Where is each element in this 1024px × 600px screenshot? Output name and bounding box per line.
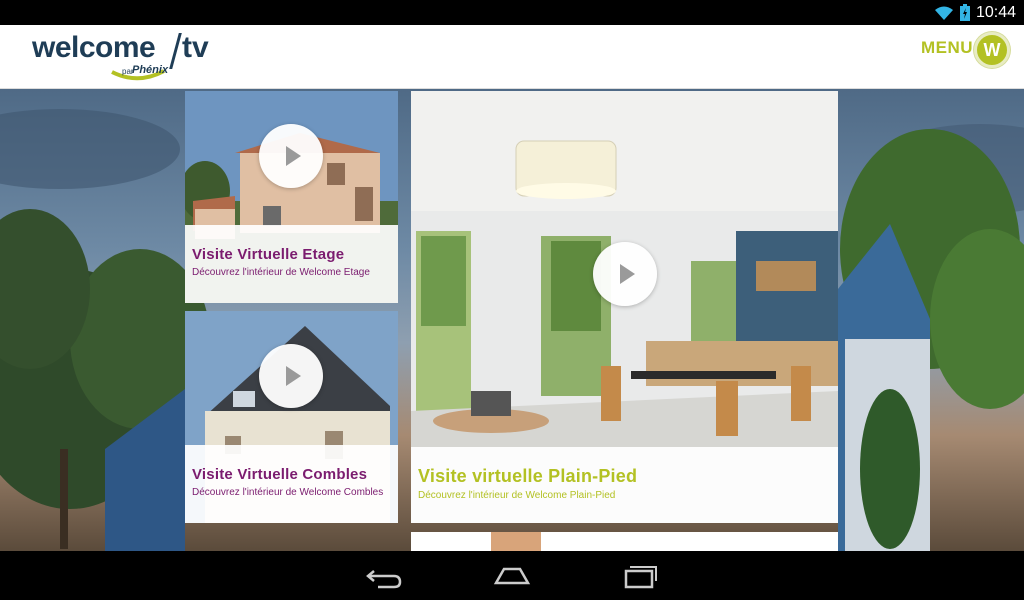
navigation-bar: [0, 551, 1024, 600]
menu-button[interactable]: MENU: [921, 38, 973, 58]
card-caption: Visite Virtuelle Combles Découvrez l'int…: [185, 445, 398, 523]
play-button-combles[interactable]: [259, 344, 323, 408]
app-header: welcome tv par Phénix MENU W: [0, 25, 1024, 89]
logo-slash: [169, 33, 182, 69]
play-button-etage[interactable]: [259, 124, 323, 188]
status-icons: 10:44: [934, 3, 1016, 22]
card-title: Visite virtuelle Plain-Pied: [418, 466, 638, 486]
logo-welcome-text: welcome: [32, 31, 156, 64]
card-caption: Visite virtuelle Plain-Pied Découvrez l'…: [411, 447, 838, 523]
play-button-plain-pied[interactable]: [593, 242, 657, 306]
card-visite-plain-pied[interactable]: Visite virtuelle Plain-Pied Découvrez l'…: [411, 91, 838, 523]
card-visite-combles[interactable]: Visite Virtuelle Combles Découvrez l'int…: [185, 311, 398, 523]
card-subtitle: Découvrez l'intérieur de Welcome Etage: [192, 267, 370, 278]
clock: 10:44: [975, 3, 1016, 21]
play-icon: [286, 366, 301, 386]
menu-avatar-button[interactable]: W: [974, 32, 1010, 68]
battery-icon: [959, 4, 970, 21]
recent-apps-icon[interactable]: [620, 563, 660, 589]
logo-tv-text: tv: [182, 31, 209, 64]
back-icon[interactable]: [364, 563, 404, 589]
play-icon: [620, 264, 635, 284]
card-subtitle: Découvrez l'intérieur de Welcome Plain-P…: [418, 490, 616, 501]
card-subtitle: Découvrez l'intérieur de Welcome Combles: [192, 487, 384, 498]
home-icon[interactable]: [492, 563, 532, 589]
card-next-partial[interactable]: [411, 532, 838, 551]
card-title: Visite Virtuelle Etage: [192, 246, 345, 263]
card-title: Visite Virtuelle Combles: [192, 466, 368, 483]
logo-phenix-text: Phénix: [132, 64, 169, 76]
welcome-tv-logo[interactable]: welcome tv par Phénix: [32, 31, 232, 85]
child-photo-thumbnail: [491, 532, 541, 551]
avatar-letter: W: [983, 39, 1001, 60]
card-visite-etage[interactable]: Visite Virtuelle Etage Découvrez l'intér…: [185, 91, 398, 303]
wifi-icon: [934, 6, 953, 20]
status-bar: 10:44: [0, 0, 1024, 25]
card-caption: Visite Virtuelle Etage Découvrez l'intér…: [185, 225, 398, 303]
play-icon: [286, 146, 301, 166]
